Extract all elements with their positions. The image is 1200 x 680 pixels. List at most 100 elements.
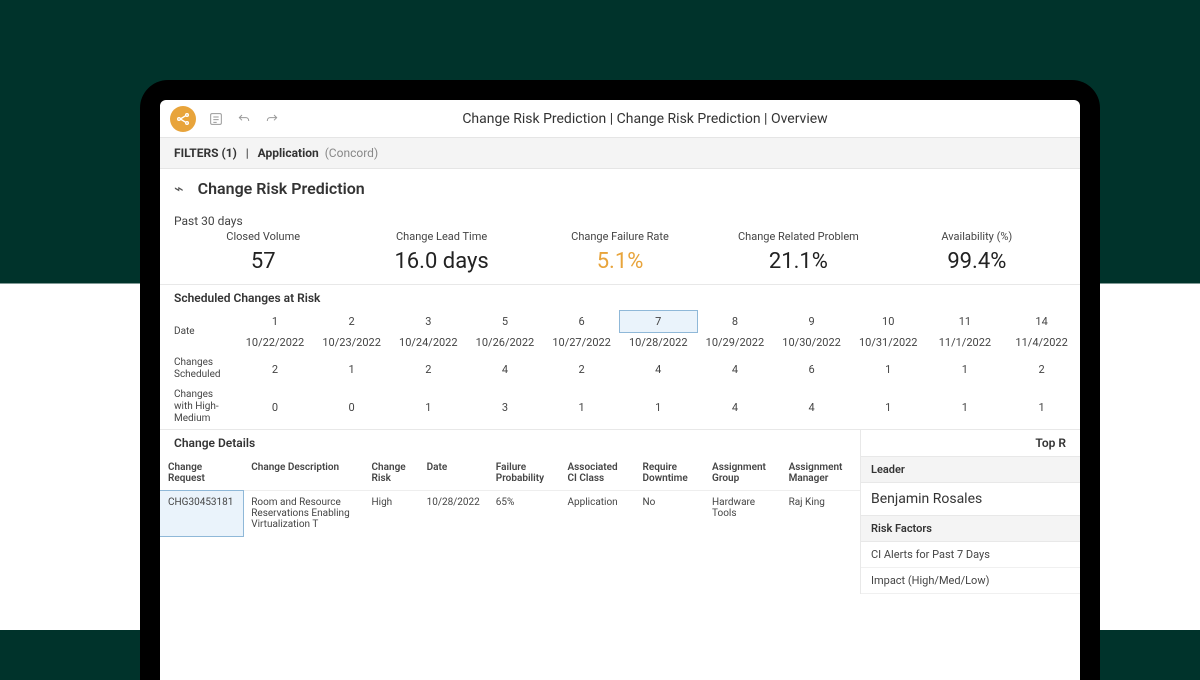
assignment-group-cell: Hardware Tools <box>704 491 781 537</box>
risk-factor-item[interactable]: CI Alerts for Past 7 Days <box>861 542 1080 568</box>
filters-bar[interactable]: FILTERS (1) | Application (Concord) <box>160 138 1080 169</box>
change-description-cell: Room and Resource Reservations Enabling … <box>243 491 363 537</box>
ci-class-cell: Application <box>559 491 634 537</box>
data-cell[interactable]: 4 <box>697 385 774 429</box>
change-request-cell[interactable]: CHG30453181 <box>160 491 243 537</box>
column-date-cell[interactable]: 10/30/2022 <box>773 332 850 353</box>
page-title: Change Risk Prediction <box>198 179 365 198</box>
row-label: Changes with High-Medium <box>160 385 237 429</box>
data-cell[interactable]: 4 <box>467 353 544 385</box>
data-cell[interactable]: 4 <box>773 385 850 429</box>
column-header[interactable]: Assignment Group <box>704 456 781 491</box>
table-row[interactable]: CHG30453181 Room and Resource Reservatio… <box>160 491 860 537</box>
data-cell[interactable]: 0 <box>237 385 314 429</box>
details-section: Change Details Change RequestChange Desc… <box>160 429 1080 594</box>
kpi-card[interactable]: Closed Volume57 <box>174 230 352 274</box>
data-cell[interactable]: 4 <box>697 353 774 385</box>
assignment-manager-cell: Raj King <box>781 491 860 537</box>
app-screen: Change Risk Prediction | Change Risk Pre… <box>160 100 1080 680</box>
kpi-card[interactable]: Change Related Problem21.1% <box>709 230 887 274</box>
column-header[interactable]: Require Downtime <box>635 456 705 491</box>
data-cell[interactable]: 1 <box>850 385 927 429</box>
kpi-label: Closed Volume <box>174 230 352 243</box>
kpi-label: Availability (%) <box>888 230 1066 243</box>
column-header[interactable]: Date <box>419 456 488 491</box>
risk-factor-item[interactable]: Impact (High/Med/Low) <box>861 568 1080 594</box>
table-row: 10/22/202210/23/202210/24/202210/26/2022… <box>160 332 1080 353</box>
filter-value: (Concord) <box>325 146 378 160</box>
column-count-cell[interactable]: 10 <box>850 311 927 332</box>
data-cell[interactable]: 1 <box>313 353 390 385</box>
column-count-cell[interactable]: 7 <box>620 311 697 332</box>
undo-icon[interactable] <box>236 111 252 127</box>
change-details-table: Change RequestChange DescriptionChange R… <box>160 456 860 536</box>
data-cell[interactable]: 3 <box>467 385 544 429</box>
kpi-card[interactable]: Availability (%) 99.4% <box>888 230 1066 274</box>
data-cell[interactable]: 1 <box>390 385 467 429</box>
column-header[interactable]: Change Risk <box>364 456 419 491</box>
data-cell[interactable]: 4 <box>620 353 697 385</box>
column-count-cell[interactable]: 3 <box>390 311 467 332</box>
change-risk-cell: High <box>364 491 419 537</box>
table-row: Change RequestChange DescriptionChange R… <box>160 456 860 491</box>
table-row: Changes Scheduled21242446112 <box>160 353 1080 385</box>
column-date-cell[interactable]: 11/1/2022 <box>927 332 1004 353</box>
kpi-label: Change Lead Time <box>352 230 530 243</box>
date-header: Date <box>160 311 237 353</box>
column-date-cell[interactable]: 10/29/2022 <box>697 332 774 353</box>
data-cell[interactable]: 6 <box>773 353 850 385</box>
kpi-card[interactable]: Change Failure Rate 5.1% <box>531 230 709 274</box>
data-cell[interactable]: 2 <box>237 353 314 385</box>
title-bar: ⌁ Change Risk Prediction <box>160 169 1080 208</box>
breadcrumb: Change Risk Prediction | Change Risk Pre… <box>292 111 998 127</box>
column-count-cell[interactable]: 9 <box>773 311 850 332</box>
column-count-cell[interactable]: 11 <box>927 311 1004 332</box>
column-date-cell[interactable]: 10/26/2022 <box>467 332 544 353</box>
right-panel: Top R Leader Benjamin Rosales Risk Facto… <box>860 430 1080 594</box>
data-cell[interactable]: 1 <box>620 385 697 429</box>
kpi-label: Change Failure Rate <box>531 230 709 243</box>
row-label: Changes Scheduled <box>160 353 237 385</box>
data-cell[interactable]: 2 <box>1003 353 1080 385</box>
column-date-cell[interactable]: 10/22/2022 <box>237 332 314 353</box>
column-count-cell[interactable]: 1 <box>237 311 314 332</box>
column-header[interactable]: Change Description <box>243 456 363 491</box>
data-cell[interactable]: 2 <box>543 353 620 385</box>
column-count-cell[interactable]: 5 <box>467 311 544 332</box>
column-date-cell[interactable]: 10/28/2022 <box>620 332 697 353</box>
top-label: Top R <box>1035 436 1066 450</box>
data-cell[interactable]: 1 <box>927 385 1004 429</box>
column-date-cell[interactable]: 10/23/2022 <box>313 332 390 353</box>
filters-count: FILTERS (1) <box>174 146 237 160</box>
column-header[interactable]: Change Request <box>160 456 243 491</box>
column-date-cell[interactable]: 11/4/2022 <box>1003 332 1080 353</box>
column-date-cell[interactable]: 10/31/2022 <box>850 332 927 353</box>
risk-factors-header: Risk Factors <box>861 515 1080 542</box>
column-count-cell[interactable]: 2 <box>313 311 390 332</box>
column-date-cell[interactable]: 10/24/2022 <box>390 332 467 353</box>
kpi-card[interactable]: Change Lead Time16.0 days <box>352 230 530 274</box>
change-details-title: Change Details <box>174 436 255 450</box>
column-count-cell[interactable]: 6 <box>543 311 620 332</box>
table-row: Changes with High-Medium00131144111 <box>160 385 1080 429</box>
failure-prob-cell: 65% <box>488 491 560 537</box>
data-cell[interactable]: 0 <box>313 385 390 429</box>
kpi-value: 5.1% <box>531 249 709 274</box>
data-cell[interactable]: 1 <box>1003 385 1080 429</box>
column-header[interactable]: Failure Probability <box>488 456 560 491</box>
column-header[interactable]: Assignment Manager <box>781 456 860 491</box>
column-date-cell[interactable]: 10/27/2022 <box>543 332 620 353</box>
time-range-label: Past 30 days <box>160 208 1080 230</box>
kpi-value: 99.4% <box>888 249 1066 274</box>
data-cell[interactable]: 2 <box>390 353 467 385</box>
data-cell[interactable]: 1 <box>927 353 1004 385</box>
column-count-cell[interactable]: 8 <box>697 311 774 332</box>
kpi-label: Change Related Problem <box>709 230 887 243</box>
app-logo-icon[interactable] <box>170 106 196 132</box>
column-header[interactable]: Associated CI Class <box>559 456 634 491</box>
list-icon[interactable] <box>208 111 224 127</box>
data-cell[interactable]: 1 <box>850 353 927 385</box>
column-count-cell[interactable]: 14 <box>1003 311 1080 332</box>
redo-icon[interactable] <box>264 111 280 127</box>
data-cell[interactable]: 1 <box>543 385 620 429</box>
